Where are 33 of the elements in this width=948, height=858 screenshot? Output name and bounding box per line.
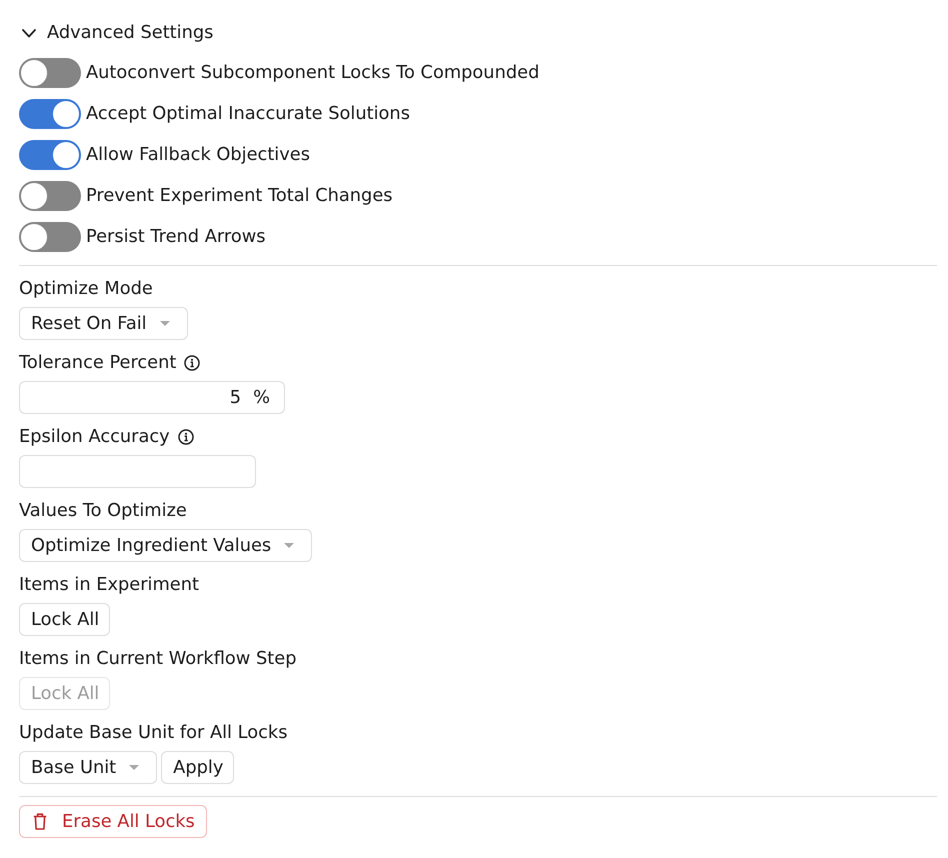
input-field[interactable] <box>19 455 256 488</box>
erase-button[interactable]: Erase All Locks <box>19 805 207 838</box>
percent-field[interactable]: 5 % <box>19 381 285 414</box>
field-label: Values To Optimize <box>19 500 187 522</box>
info-icon[interactable] <box>178 429 194 445</box>
caret-icon <box>129 765 140 770</box>
dropdown[interactable]: Base Unit <box>19 751 158 784</box>
apply-button[interactable]: Apply <box>161 751 234 784</box>
caret-icon <box>160 321 170 326</box>
field-label: Tolerance Percent <box>19 352 176 374</box>
field-label: Epsilon Accuracy <box>19 426 170 448</box>
toggle-label: Accept Optimal Inaccurate Solutions <box>86 103 410 125</box>
toggle-label: Persist Trend Arrows <box>86 226 266 248</box>
field-label: Items in Current Workflow Step <box>19 648 296 670</box>
field-label: Update Base Unit for All Locks <box>19 722 288 744</box>
field-label: Optimize Mode <box>19 278 153 300</box>
toggle-switch[interactable] <box>19 140 81 170</box>
toggle-label: Prevent Experiment Total Changes <box>86 185 393 207</box>
info-icon[interactable] <box>184 355 200 371</box>
lock-all-button[interactable]: Lock All <box>19 603 110 636</box>
field-label: Items in Experiment <box>19 574 199 596</box>
toggle-switch[interactable] <box>19 58 81 88</box>
chevron-icon <box>22 28 36 38</box>
toggle-switch[interactable] <box>19 99 81 129</box>
dropdown[interactable]: Reset On Fail <box>19 307 188 340</box>
dropdown[interactable]: Optimize Ingredient Values <box>19 529 312 562</box>
toggle-label: Autoconvert Subcomponent Locks To Compounded <box>86 62 540 84</box>
toggle-switch[interactable] <box>19 222 81 252</box>
toggle-switch[interactable] <box>19 181 81 211</box>
section-header[interactable]: Advanced Settings <box>19 22 214 44</box>
caret-icon <box>284 543 294 548</box>
trash-icon <box>33 813 47 830</box>
toggle-label: Allow Fallback Objectives <box>86 144 310 166</box>
